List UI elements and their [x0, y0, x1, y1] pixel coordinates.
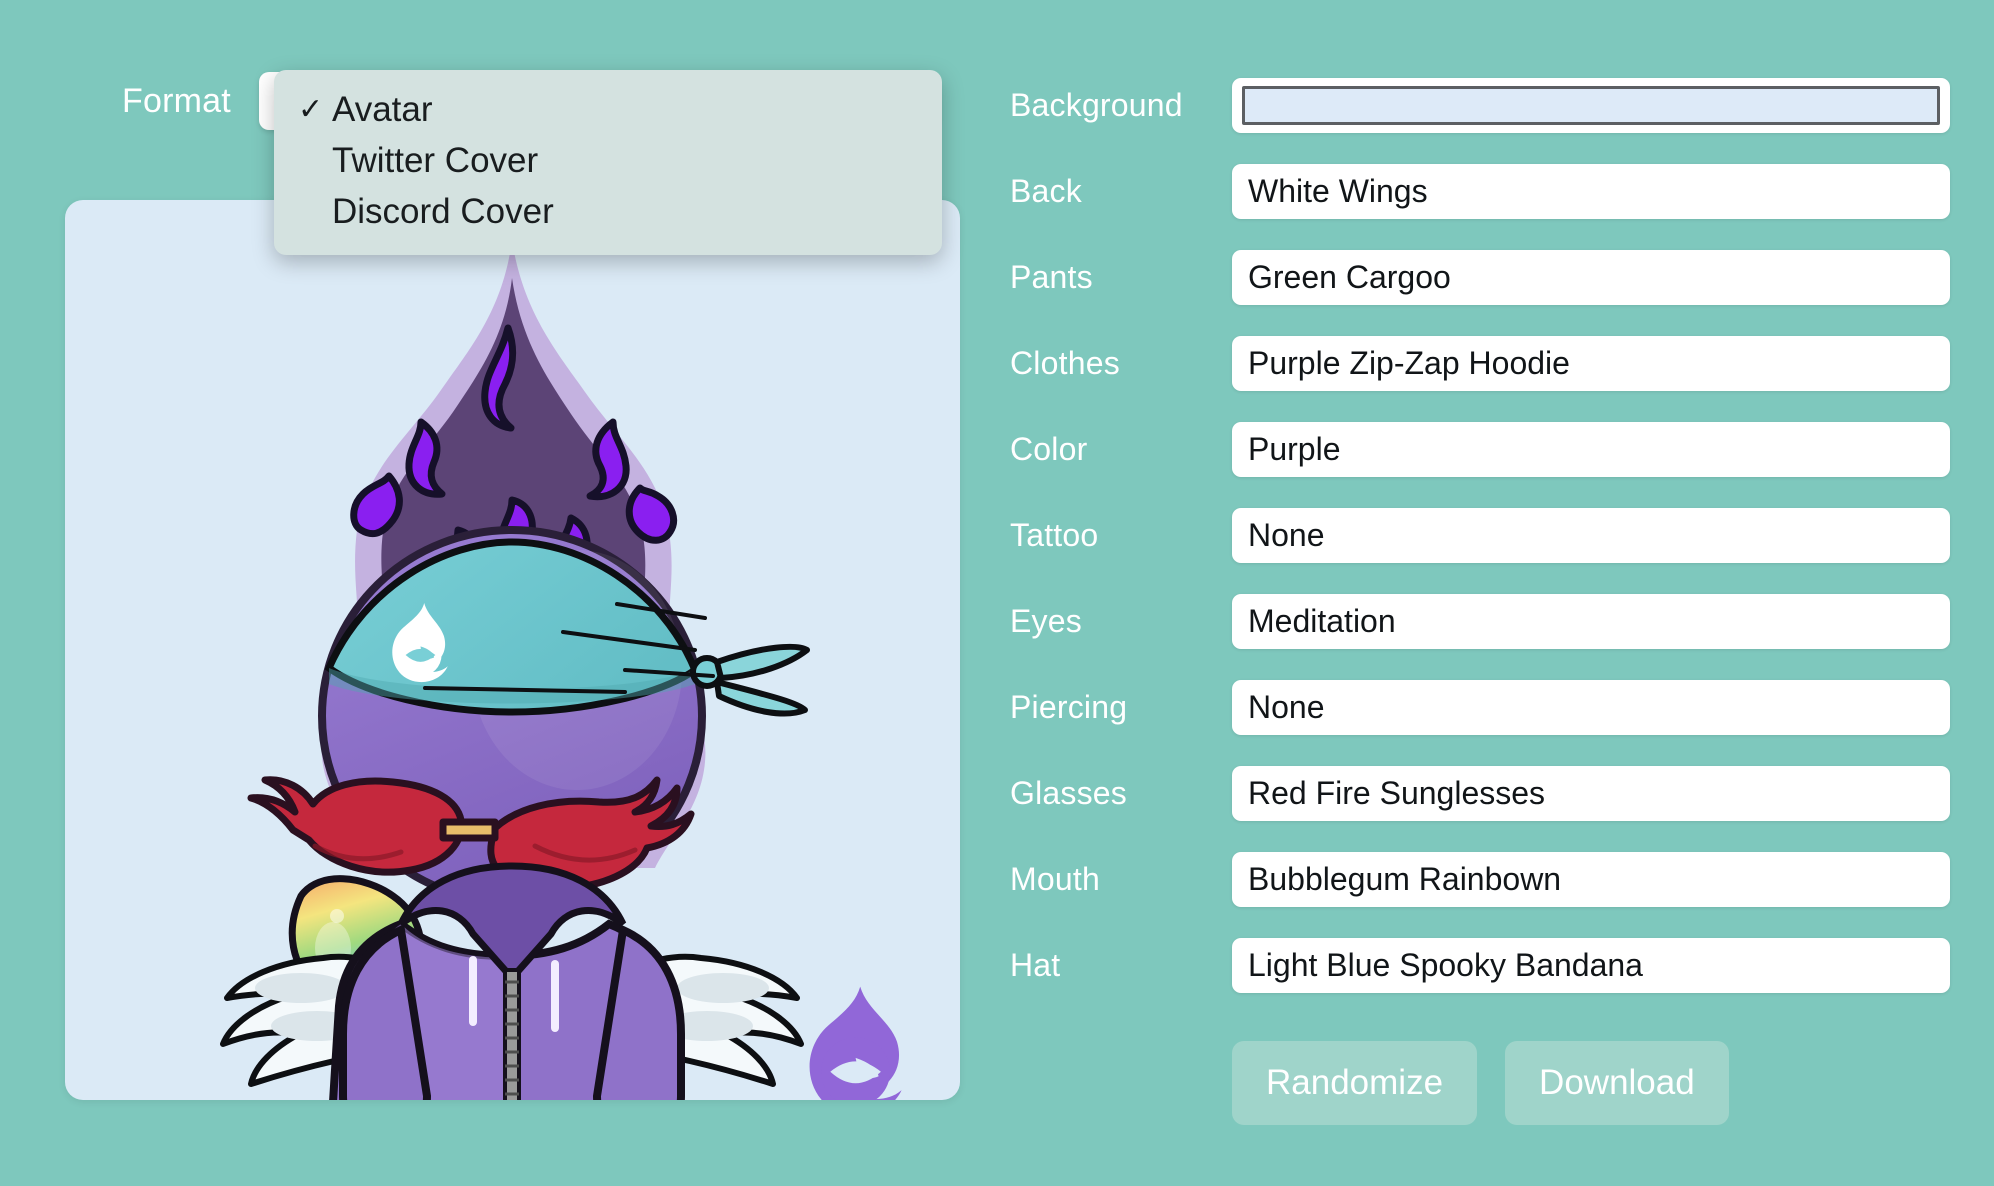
trait-label-clothes: Clothes	[1010, 345, 1120, 381]
avatar-preview-card	[65, 200, 960, 1100]
trait-row-piercing: Piercing None	[1010, 680, 1950, 735]
randomize-button[interactable]: Randomize	[1232, 1041, 1478, 1125]
trait-select-clothes[interactable]: Purple Zip-Zap Hoodie	[1232, 336, 1950, 391]
trait-select-mouth[interactable]: Bubblegum Rainbown	[1232, 852, 1950, 907]
trait-label-piercing: Piercing	[1010, 689, 1128, 725]
trait-select-tattoo[interactable]: None	[1232, 508, 1950, 563]
action-button-row: Randomize Download	[1010, 1041, 1950, 1125]
preview-pane: Format ✓ Avatar Twitter Cover Discord Co…	[0, 0, 980, 1186]
trait-select-glasses[interactable]: Red Fire Sunglesses	[1232, 766, 1950, 821]
trait-label-background: Background	[1010, 87, 1183, 123]
check-icon: ✓	[298, 93, 324, 126]
trait-select-piercing[interactable]: None	[1232, 680, 1950, 735]
trait-row-clothes: Clothes Purple Zip-Zap Hoodie	[1010, 336, 1950, 391]
format-label: Format	[122, 81, 231, 120]
trait-row-tattoo: Tattoo None	[1010, 508, 1950, 563]
trait-row-glasses: Glasses Red Fire Sunglesses	[1010, 766, 1950, 821]
trait-select-pants[interactable]: Green Cargoo	[1232, 250, 1950, 305]
trait-label-tattoo: Tattoo	[1010, 517, 1099, 553]
dropdown-option-label: Discord Cover	[332, 192, 554, 231]
trait-label-hat: Hat	[1010, 947, 1061, 983]
trait-row-eyes: Eyes Meditation	[1010, 594, 1950, 649]
trait-select-color[interactable]: Purple	[1232, 422, 1950, 477]
trait-select-eyes[interactable]: Meditation	[1232, 594, 1950, 649]
trait-label-pants: Pants	[1010, 259, 1093, 295]
trait-row-hat: Hat Light Blue Spooky Bandana	[1010, 938, 1950, 993]
trait-label-back: Back	[1010, 173, 1082, 209]
dropdown-option-label: Avatar	[332, 90, 433, 129]
trait-row-color: Color Purple	[1010, 422, 1950, 477]
trait-row-mouth: Mouth Bubblegum Rainbown	[1010, 852, 1950, 907]
trait-select-hat[interactable]: Light Blue Spooky Bandana	[1232, 938, 1950, 993]
trait-row-back: Back White Wings	[1010, 164, 1950, 219]
background-color-swatch[interactable]	[1242, 86, 1940, 125]
trait-row-background: Background	[1010, 78, 1950, 133]
bandana-knot	[690, 643, 810, 717]
watermark-flame-logo-icon	[809, 986, 902, 1100]
dropdown-option-label: Twitter Cover	[332, 141, 539, 180]
trait-label-glasses: Glasses	[1010, 775, 1127, 811]
trait-label-mouth: Mouth	[1010, 861, 1100, 897]
dropdown-option-avatar[interactable]: ✓ Avatar	[274, 84, 942, 135]
dropdown-option-discord-cover[interactable]: Discord Cover	[274, 186, 942, 237]
traits-panel: Background Back White Wings Pants Green …	[1010, 78, 1950, 1125]
trait-row-pants: Pants Green Cargoo	[1010, 250, 1950, 305]
avatar-artwork	[220, 240, 902, 1100]
trait-select-back[interactable]: White Wings	[1232, 164, 1950, 219]
download-button[interactable]: Download	[1505, 1041, 1729, 1125]
format-dropdown-menu[interactable]: ✓ Avatar Twitter Cover Discord Cover	[274, 70, 942, 255]
dropdown-option-twitter-cover[interactable]: Twitter Cover	[274, 135, 942, 186]
background-color-input[interactable]	[1232, 78, 1950, 133]
trait-label-color: Color	[1010, 431, 1088, 467]
trait-label-eyes: Eyes	[1010, 603, 1082, 639]
